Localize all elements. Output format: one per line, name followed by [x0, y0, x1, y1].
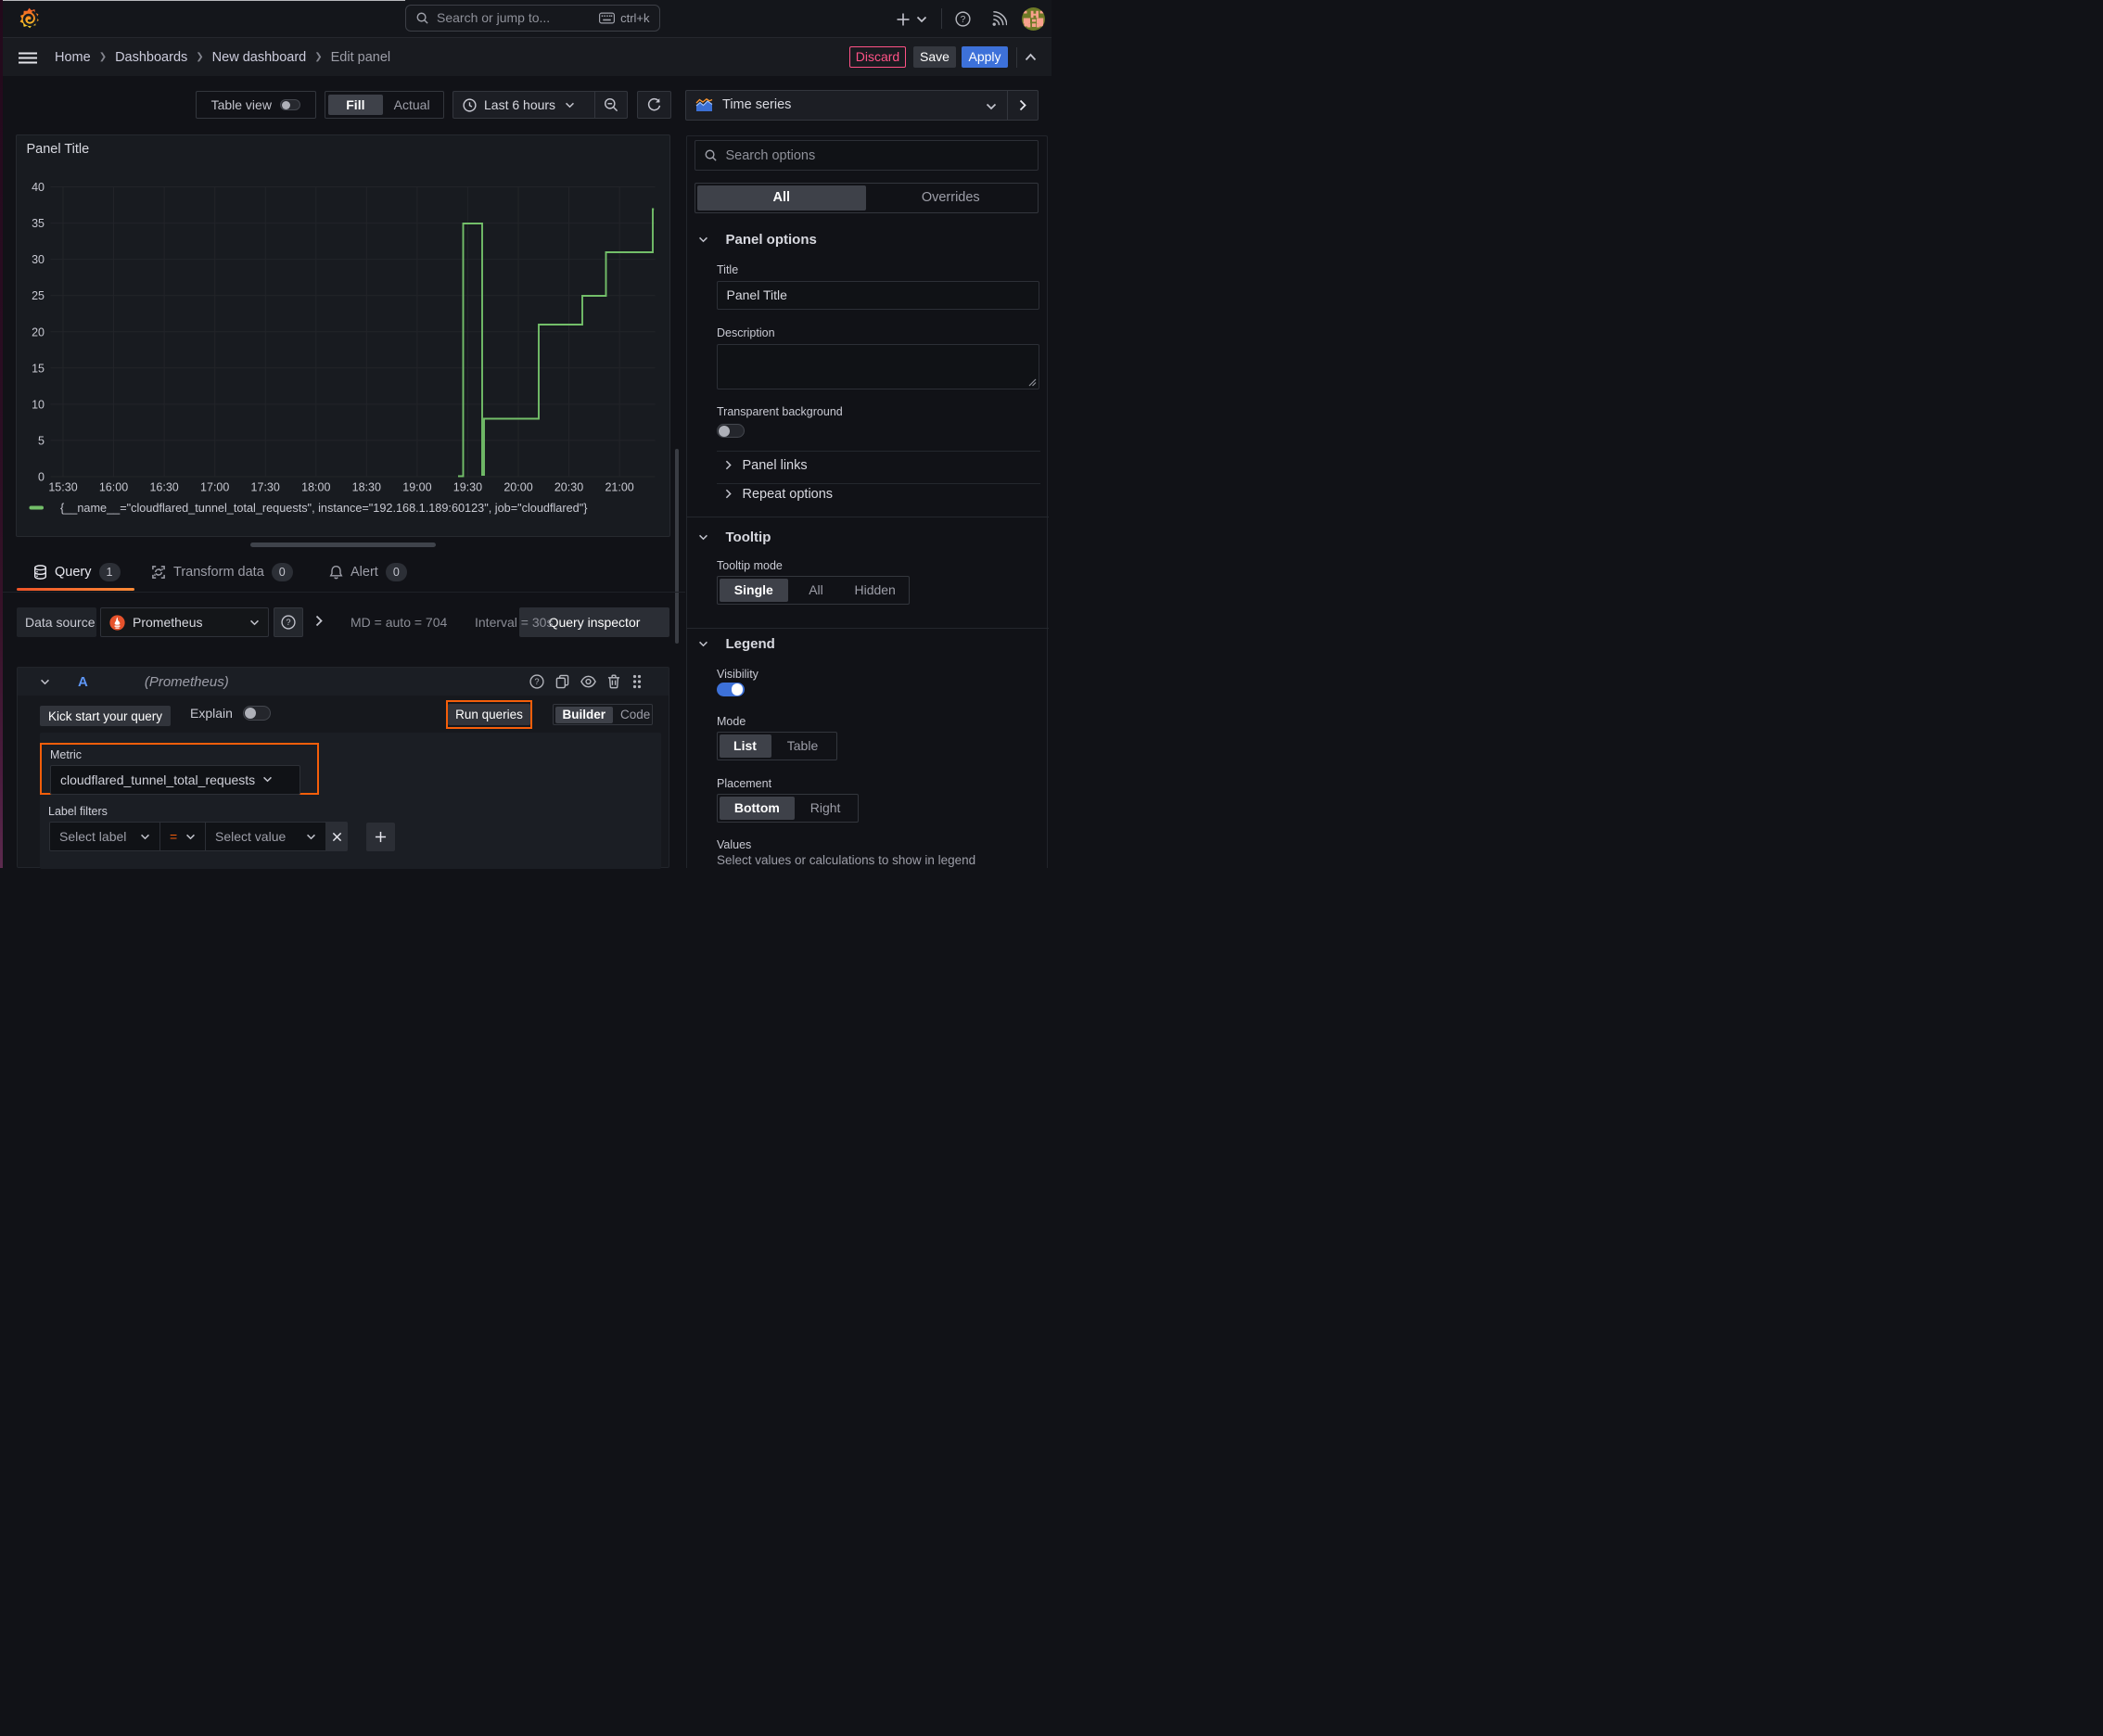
svg-text:21:00: 21:00: [605, 481, 633, 494]
svg-text:10: 10: [32, 398, 45, 411]
svg-text:16:30: 16:30: [149, 481, 178, 494]
svg-text:17:30: 17:30: [250, 481, 279, 494]
svg-text:19:30: 19:30: [452, 481, 481, 494]
svg-text:16:00: 16:00: [98, 481, 127, 494]
svg-text:35: 35: [32, 217, 45, 230]
svg-text:18:00: 18:00: [301, 481, 330, 494]
svg-text:5: 5: [38, 434, 45, 447]
svg-text:15:30: 15:30: [48, 481, 77, 494]
svg-text:?: ?: [286, 618, 290, 627]
svg-text:30: 30: [32, 253, 45, 266]
svg-text:19:00: 19:00: [402, 481, 431, 494]
svg-text:20:30: 20:30: [554, 481, 582, 494]
svg-text:?: ?: [961, 15, 966, 25]
svg-text:0: 0: [38, 471, 45, 484]
svg-text:25: 25: [32, 289, 45, 302]
svg-text:{__name__="cloudflared_tunnel_: {__name__="cloudflared_tunnel_total_requ…: [60, 502, 588, 515]
svg-text:15: 15: [32, 362, 45, 375]
svg-text:18:30: 18:30: [351, 481, 380, 494]
svg-text:?: ?: [534, 677, 539, 686]
svg-text:20: 20: [32, 326, 45, 338]
svg-text:17:00: 17:00: [200, 481, 229, 494]
svg-text:20:00: 20:00: [503, 481, 532, 494]
svg-text:40: 40: [32, 181, 45, 194]
